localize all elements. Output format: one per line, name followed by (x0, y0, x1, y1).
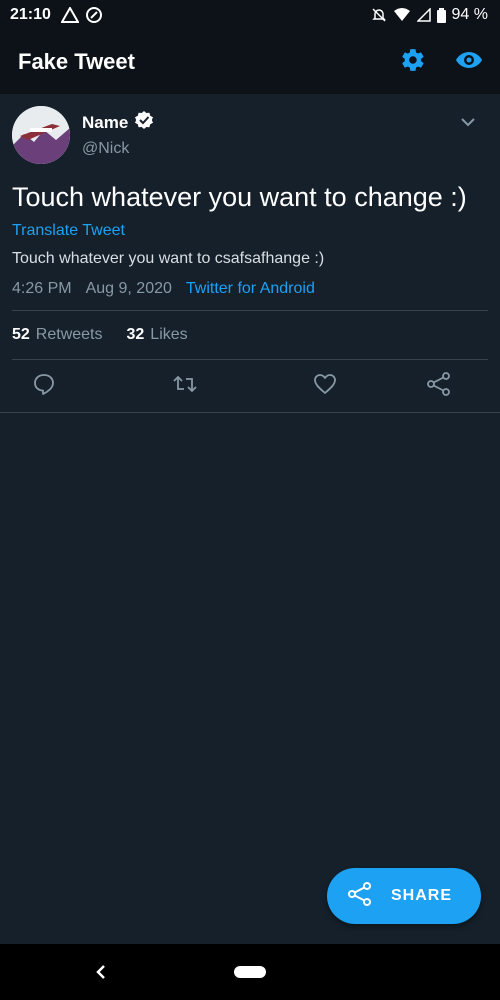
signal-icon (416, 8, 431, 22)
share-tweet-button[interactable] (425, 371, 453, 401)
chevron-down-icon[interactable] (460, 114, 476, 132)
author-handle[interactable]: @Nick (82, 140, 129, 158)
like-button[interactable] (311, 372, 339, 400)
home-button[interactable] (234, 966, 266, 978)
preview-button[interactable] (454, 47, 484, 77)
likes-count[interactable]: 32 (127, 326, 145, 343)
back-icon[interactable] (92, 960, 108, 989)
reply-icon (32, 372, 56, 401)
battery-percentage: 94 % (451, 6, 488, 23)
share-label: SHARE (391, 887, 453, 904)
divider (0, 412, 500, 413)
tweet-card[interactable]: Name @Nick Touch whatever you want to ch… (0, 94, 500, 413)
share-icon (426, 371, 452, 401)
tweet-stats: 52 Retweets 32 Likes (12, 323, 488, 347)
status-time: 21:10 (10, 6, 51, 23)
reply-button[interactable] (30, 372, 58, 400)
app-bar: Fake Tweet (0, 30, 500, 94)
retweets-stat[interactable]: 52 Retweets (12, 326, 103, 344)
tweet-time[interactable]: 4:26 PM (12, 280, 72, 298)
retweet-icon (172, 372, 198, 401)
tweet-date[interactable]: Aug 9, 2020 (86, 280, 172, 298)
wifi-icon (393, 8, 411, 22)
author-name[interactable]: Name (82, 113, 128, 133)
likes-label: Likes (150, 326, 188, 343)
tweet-source[interactable]: Twitter for Android (186, 280, 315, 298)
heart-icon (313, 373, 337, 400)
retweets-label: Retweets (35, 326, 103, 343)
share-icon (347, 881, 373, 911)
share-fab-button[interactable]: SHARE (327, 868, 481, 924)
translate-tweet-link[interactable]: Translate Tweet (12, 222, 488, 240)
battery-icon (436, 7, 446, 23)
verified-badge-icon (134, 110, 154, 135)
retweet-button[interactable] (171, 372, 199, 400)
tweet-actions (0, 360, 500, 412)
notifications-off-icon (371, 7, 387, 23)
retweets-count[interactable]: 52 (12, 326, 30, 343)
tweet-meta: 4:26 PM Aug 9, 2020 Twitter for Android (12, 280, 488, 298)
status-bar: 21:10 94 % (0, 0, 500, 30)
app-title: Fake Tweet (18, 49, 135, 74)
avatar[interactable] (12, 106, 70, 164)
eye-icon (455, 50, 483, 75)
tweet-text[interactable]: Touch whatever you want to change :) (12, 180, 488, 214)
translated-text[interactable]: Touch whatever you want to csafsafhange … (12, 250, 488, 268)
warning-icon (60, 7, 79, 23)
settings-button[interactable] (398, 47, 428, 77)
likes-stat[interactable]: 32 Likes (127, 326, 188, 344)
divider (12, 310, 488, 311)
sync-icon (85, 6, 103, 24)
gear-icon (400, 47, 426, 78)
system-nav-bar (0, 944, 500, 1000)
